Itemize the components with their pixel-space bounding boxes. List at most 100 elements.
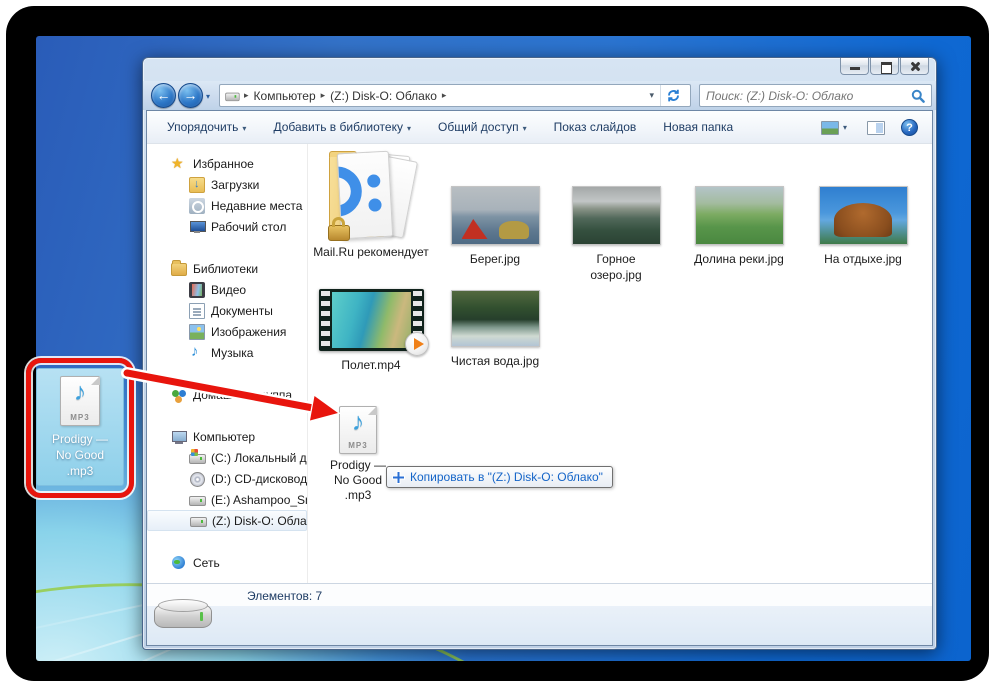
- homegroup-icon: [171, 387, 187, 403]
- sidebar-item-homegroup[interactable]: Домашняя группа: [147, 384, 307, 405]
- address-bar[interactable]: ▸ Компьютер ▸ (Z:) Disk-O: Облако ▸ ▾: [219, 84, 691, 107]
- recent-places-icon: [189, 198, 205, 214]
- sidebar-label: (C:) Локальный дис: [211, 451, 307, 465]
- file-name: Полет.mp4: [310, 357, 432, 373]
- file-item-bereg[interactable]: Берег.jpg: [439, 186, 551, 267]
- lock-icon: [328, 225, 350, 241]
- sidebar-item-drive-c[interactable]: (C:) Локальный дис: [147, 447, 307, 468]
- sidebar-item-desktop[interactable]: Рабочий стол: [147, 216, 307, 237]
- star-icon: [171, 156, 187, 172]
- cd-drive-icon: [189, 471, 205, 487]
- minimize-button[interactable]: [840, 58, 869, 75]
- file-item-polet-video[interactable]: Полет.mp4: [310, 289, 432, 373]
- file-item-na-otdyhe[interactable]: На отдыхе.jpg: [807, 186, 919, 267]
- sidebar-item-video[interactable]: Видео: [147, 279, 307, 300]
- play-button-icon: [405, 332, 429, 356]
- file-list-pane[interactable]: Mail.Ru рекомендует Берег.jpg Горное озе…: [307, 144, 932, 583]
- help-button[interactable]: ?: [901, 119, 918, 136]
- drive-icon-large: [154, 595, 212, 635]
- views-icon: [821, 121, 839, 135]
- back-arrow-icon: ←: [157, 87, 171, 103]
- close-button[interactable]: [900, 58, 929, 75]
- sidebar-item-music[interactable]: Музыка: [147, 342, 307, 363]
- command-toolbar: Упорядочить▾ Добавить в библиотеку▾ Общи…: [147, 111, 932, 144]
- photo-thumbnail: [695, 186, 784, 245]
- search-box[interactable]: [699, 84, 932, 107]
- file-label-line: .mp3: [308, 488, 408, 503]
- sidebar-item-pictures[interactable]: Изображения: [147, 321, 307, 342]
- file-item-mailru-folder[interactable]: Mail.Ru рекомендует: [310, 150, 432, 260]
- refresh-icon: [666, 88, 681, 103]
- file-name: Горное озеро.jpg: [580, 251, 652, 283]
- file-name: На отдыхе.jpg: [807, 251, 919, 267]
- breadcrumb-disk-o[interactable]: (Z:) Disk-O: Облако: [327, 89, 440, 103]
- sidebar-spacer: [147, 405, 307, 426]
- photo-thumbnail: [451, 186, 540, 245]
- mp3-badge: MP3: [340, 441, 376, 450]
- preview-pane-button[interactable]: [867, 121, 885, 135]
- sidebar-item-computer[interactable]: Компьютер: [147, 426, 307, 447]
- sidebar-item-downloads[interactable]: Загрузки: [147, 174, 307, 195]
- libraries-folder-icon: [171, 263, 187, 276]
- video-thumbnail: [319, 289, 424, 351]
- sidebar-item-recent-places[interactable]: Недавние места: [147, 195, 307, 216]
- search-icon[interactable]: [911, 89, 925, 103]
- file-name: Чистая вода.jpg: [439, 353, 551, 369]
- change-view-button[interactable]: ▾: [821, 121, 851, 135]
- chevron-down-icon: ▾: [242, 124, 246, 133]
- history-dropdown[interactable]: ▾: [206, 92, 210, 101]
- file-item-gornoe-ozero[interactable]: Горное озеро.jpg: [560, 186, 672, 283]
- sidebar-label: (Z:) Disk-O: Облако: [212, 514, 307, 528]
- sidebar-item-favorites[interactable]: Избранное: [147, 153, 307, 174]
- file-item-chistaya-voda[interactable]: Чистая вода.jpg: [439, 290, 551, 369]
- breadcrumb-computer[interactable]: Компьютер: [251, 89, 319, 103]
- breadcrumb-arrow-icon[interactable]: ▸: [440, 90, 449, 101]
- refresh-button[interactable]: [660, 85, 686, 106]
- share-menu[interactable]: Общий доступ▾: [438, 120, 527, 134]
- document-icon: [189, 303, 205, 319]
- share-label: Общий доступ: [438, 120, 519, 134]
- new-folder-button[interactable]: Новая папка: [663, 120, 733, 134]
- restore-button[interactable]: [870, 58, 899, 75]
- drag-copy-tooltip: Копировать в "(Z:) Disk-O: Облако": [386, 466, 613, 488]
- organize-label: Упорядочить: [167, 120, 238, 134]
- sidebar-item-network[interactable]: Сеть: [147, 552, 307, 573]
- drive-led: [200, 612, 203, 621]
- sidebar-item-libraries[interactable]: Библиотеки: [147, 258, 307, 279]
- desktop-monitor-icon: [189, 219, 205, 235]
- sidebar-item-drive-e[interactable]: (E:) Ashampoo_Snap: [147, 489, 307, 510]
- sidebar-item-drive-z-selected[interactable]: (Z:) Disk-O: Облако: [147, 510, 307, 531]
- breadcrumb-arrow-icon[interactable]: ▸: [319, 90, 328, 101]
- sidebar-label: Видео: [211, 283, 246, 297]
- sidebar-label: Загрузки: [211, 178, 259, 192]
- sidebar-label: Документы: [211, 304, 273, 318]
- sidebar-label: (D:) CD-дисковод -: [211, 472, 307, 486]
- sidebar-spacer: [147, 531, 307, 552]
- add-to-library-menu[interactable]: Добавить в библиотеку▾: [273, 120, 411, 134]
- organize-menu[interactable]: Упорядочить ▾: [167, 120, 246, 134]
- search-input[interactable]: [706, 89, 911, 103]
- dragged-file-prodigy-mp3[interactable]: ♪ MP3 Prodigy — No Good .mp3: [308, 406, 408, 503]
- sidebar-item-drive-d[interactable]: (D:) CD-дисковод -: [147, 468, 307, 489]
- sidebar-spacer: [147, 363, 307, 384]
- file-name: Долина реки.jpg: [683, 251, 795, 267]
- video-frame: [332, 292, 411, 348]
- plus-icon: [392, 471, 405, 484]
- title-bar[interactable]: [143, 58, 936, 81]
- toolbar-right-icons: ▾ ?: [821, 111, 918, 144]
- address-dropdown-icon[interactable]: ▾: [643, 90, 660, 101]
- status-bar: Элементов: 7: [147, 583, 932, 645]
- music-note-icon: ♪: [340, 408, 376, 437]
- sidebar-item-documents[interactable]: Документы: [147, 300, 307, 321]
- sidebar-label: Недавние места: [211, 199, 302, 213]
- items-count: Элементов: 7: [247, 589, 322, 603]
- forward-button[interactable]: →: [178, 83, 203, 108]
- file-item-dolina-reki[interactable]: Долина реки.jpg: [683, 186, 795, 267]
- windows-flag-icon: [191, 449, 198, 456]
- forward-arrow-icon: →: [184, 87, 198, 103]
- slideshow-button[interactable]: Показ слайдов: [554, 120, 637, 134]
- breadcrumb-arrow-icon[interactable]: ▸: [242, 90, 251, 101]
- hard-drive-icon: [189, 450, 205, 466]
- add-to-library-label: Добавить в библиотеку: [273, 120, 403, 134]
- back-button[interactable]: ←: [151, 83, 176, 108]
